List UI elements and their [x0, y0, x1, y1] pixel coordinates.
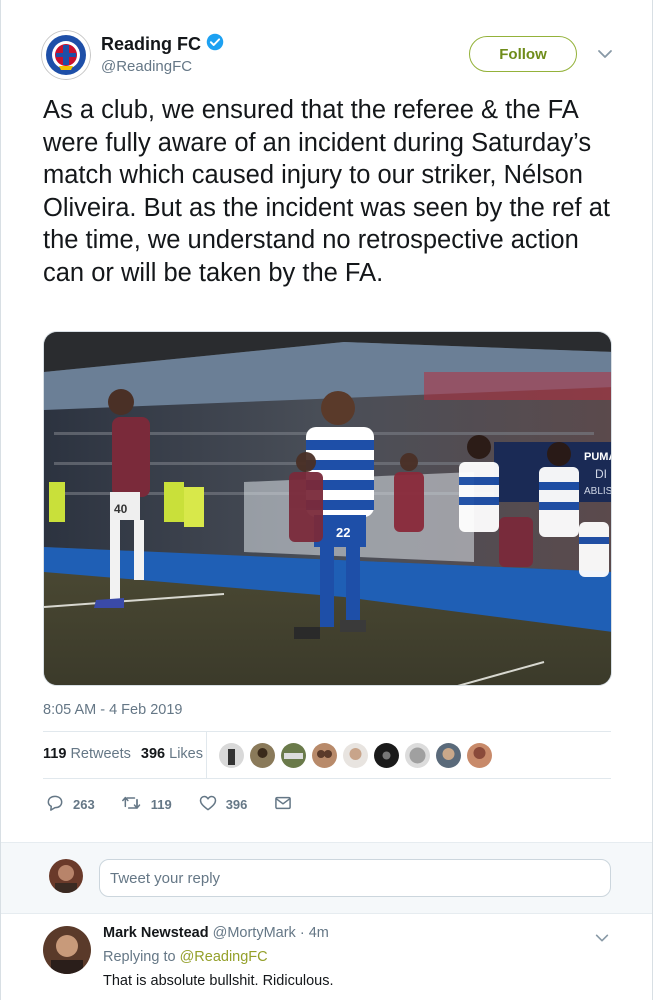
reply-action[interactable]: 263: [45, 793, 95, 816]
display-name[interactable]: Reading FC: [101, 34, 201, 55]
retweet-icon: [121, 793, 143, 816]
liker-avatar[interactable]: [436, 743, 461, 768]
likes-label: Likes: [169, 746, 203, 762]
liker-avatars: [219, 743, 492, 768]
reply-author-avatar[interactable]: [43, 926, 91, 974]
reply-text: That is absolute bullshit. Ridiculous.: [103, 973, 334, 989]
author-handle[interactable]: @ReadingFC: [101, 58, 192, 75]
retweet-count: 119: [150, 796, 172, 812]
tweet-timestamp[interactable]: 8:05 AM - 4 Feb 2019: [43, 702, 182, 718]
divider: [43, 778, 611, 779]
tweet-header: Reading FC @ReadingFC Follow: [41, 30, 621, 82]
reply-dot: ·: [299, 925, 305, 941]
reply-count: 263: [73, 796, 95, 812]
follow-button[interactable]: Follow: [469, 36, 577, 72]
reply-author-handle[interactable]: @MortyMark: [213, 925, 296, 941]
tweet-photo[interactable]: PUMA DI ABLIS 40: [43, 331, 612, 686]
likes-count: 396: [140, 746, 166, 762]
current-user-avatar: [49, 859, 83, 893]
board-text-puma: PUMA: [584, 451, 612, 463]
stats-separator: [206, 732, 207, 778]
liker-avatar[interactable]: [250, 743, 275, 768]
chevron-down-icon[interactable]: [595, 44, 615, 64]
board-text-di: DI: [595, 467, 607, 481]
replying-to-prefix: Replying to: [103, 949, 176, 965]
author-name[interactable]: Reading FC: [101, 33, 224, 56]
liker-avatar[interactable]: [374, 743, 399, 768]
reply-age[interactable]: 4m: [309, 925, 329, 941]
divider: [43, 731, 611, 732]
replying-to-handle-link[interactable]: @ReadingFC: [180, 949, 268, 965]
retweets-label: Retweets: [70, 746, 131, 762]
dm-action[interactable]: [273, 793, 293, 816]
heart-icon: [198, 793, 218, 816]
retweets-count: 119: [43, 746, 67, 762]
chevron-down-icon[interactable]: [593, 929, 611, 947]
dm-envelope-icon: [273, 793, 293, 816]
kit-number-22: 22: [336, 525, 350, 540]
tweet-actions: 263 119 396: [45, 792, 319, 816]
reply-author-name[interactable]: Mark Newstead: [103, 925, 209, 941]
tweet-card: Reading FC @ReadingFC Follow As a club, …: [0, 0, 653, 1000]
replying-to: Replying to @ReadingFC: [103, 949, 268, 965]
tweet-stats: 119 Retweets 396 Likes: [43, 746, 203, 762]
reply-header: Mark Newstead @MortyMark · 4m: [103, 925, 329, 941]
liker-avatar[interactable]: [467, 743, 492, 768]
retweet-action[interactable]: 119: [121, 793, 172, 816]
liker-avatar[interactable]: [405, 743, 430, 768]
tweet-text: As a club, we ensured that the referee &…: [43, 96, 610, 287]
board-text-ablis: ABLIS: [584, 486, 612, 497]
reply-composer: [1, 842, 652, 914]
verified-badge-icon: [206, 33, 224, 56]
liker-avatar[interactable]: [281, 743, 306, 768]
like-action[interactable]: 396: [198, 793, 248, 816]
reply-tweet[interactable]: Mark Newstead @MortyMark · 4m Replying t…: [1, 914, 652, 1000]
likes-stat[interactable]: 396 Likes: [141, 746, 203, 762]
reply-icon: [45, 793, 65, 816]
like-count: 396: [225, 796, 248, 812]
kit-number-40: 40: [114, 502, 128, 516]
liker-avatar[interactable]: [219, 743, 244, 768]
retweets-stat[interactable]: 119 Retweets: [43, 746, 131, 762]
liker-avatar[interactable]: [343, 743, 368, 768]
reading-fc-avatar[interactable]: [41, 30, 91, 80]
liker-avatar[interactable]: [312, 743, 337, 768]
reply-input[interactable]: [99, 859, 611, 897]
